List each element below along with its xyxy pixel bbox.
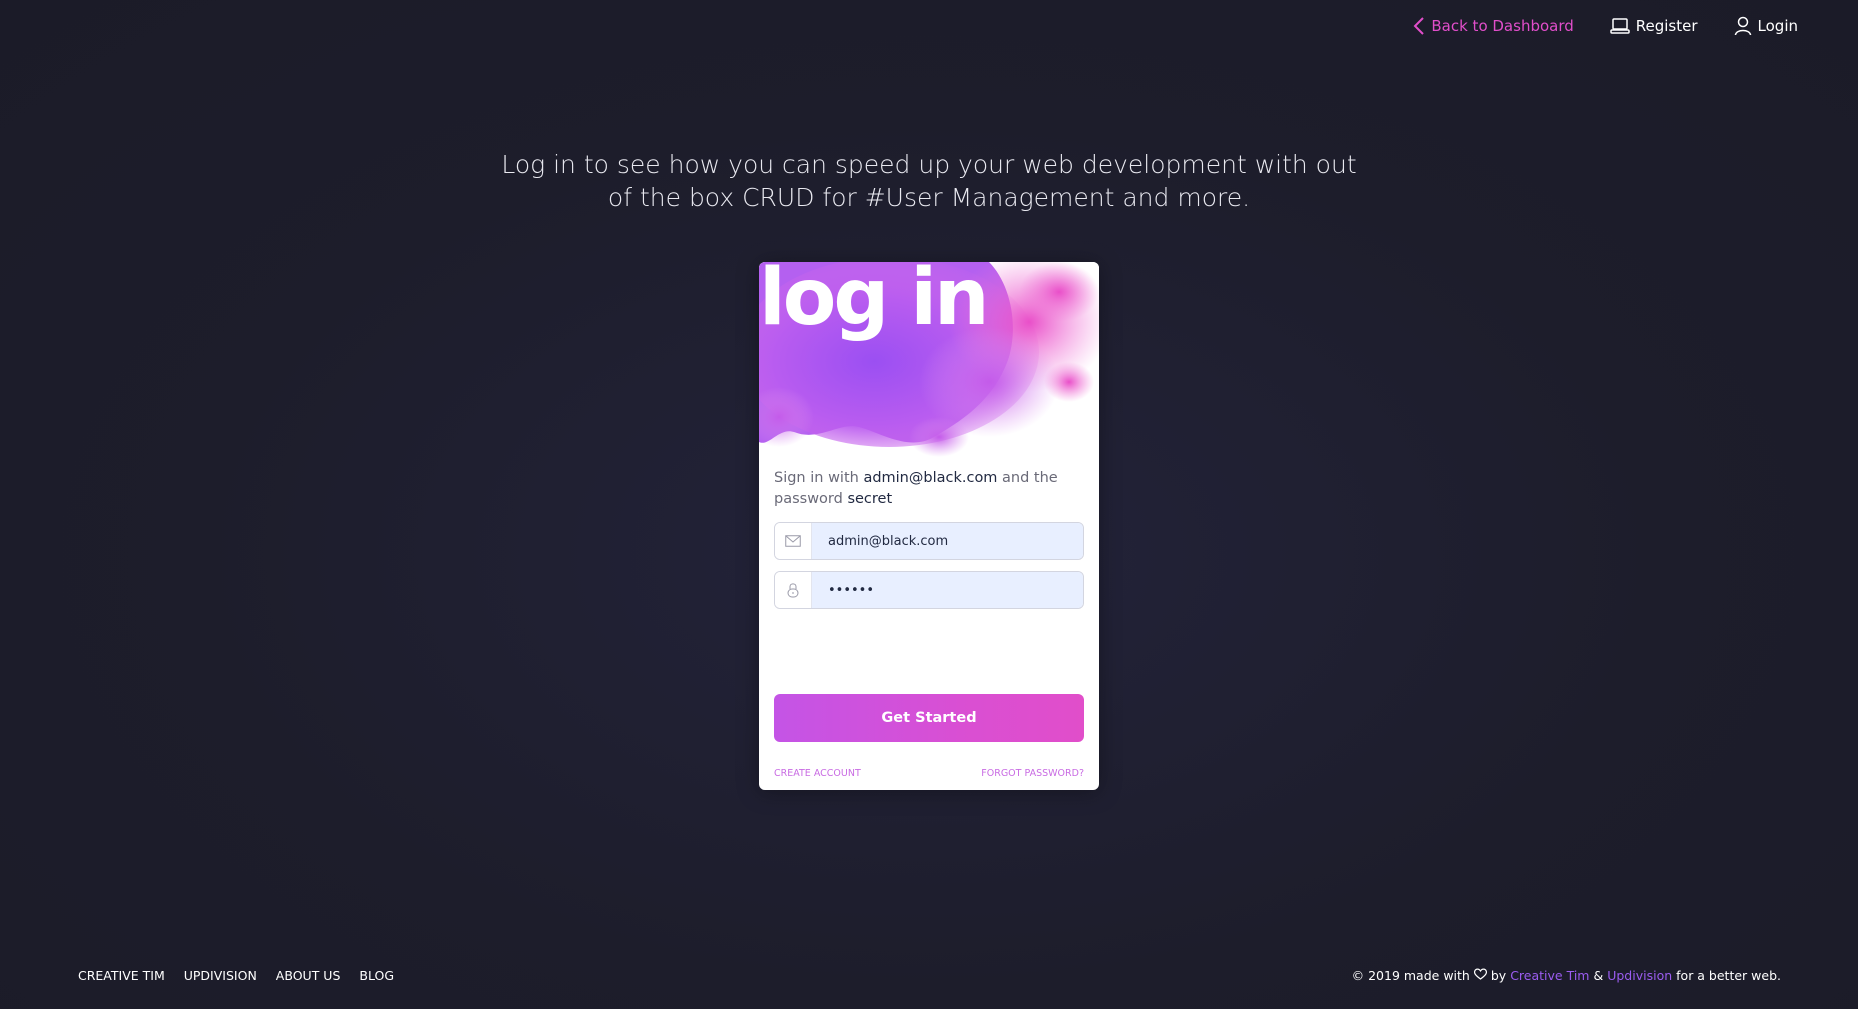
login-link[interactable]: Login bbox=[1734, 16, 1798, 36]
login-label: Login bbox=[1757, 17, 1798, 35]
login-hint: Sign in with admin@black.com and the pas… bbox=[774, 468, 1084, 510]
intro-text: Log in to see how you can speed up your … bbox=[501, 150, 1357, 212]
register-label: Register bbox=[1635, 17, 1698, 35]
back-to-dashboard-label: Back to Dashboard bbox=[1431, 17, 1574, 35]
copyright-suffix: for a better web. bbox=[1676, 968, 1781, 983]
card-header: log in bbox=[759, 262, 1099, 462]
footer-link-blog[interactable]: BLOG bbox=[359, 968, 394, 983]
card-body: Sign in with admin@black.com and the pas… bbox=[759, 462, 1099, 779]
login-card: log in Sign in with admin@black.com and … bbox=[759, 262, 1099, 790]
heart-icon bbox=[1473, 968, 1487, 983]
hint-prefix: Sign in with bbox=[774, 470, 864, 486]
forgot-password-link[interactable]: FORGOT PASSWORD? bbox=[981, 768, 1084, 779]
updivision-link[interactable]: Updivision bbox=[1607, 968, 1672, 983]
card-links: CREATE ACCOUNT FORGOT PASSWORD? bbox=[774, 768, 1084, 779]
password-input-group bbox=[774, 571, 1084, 609]
get-started-button[interactable]: Get Started bbox=[774, 694, 1084, 742]
email-input-group bbox=[774, 522, 1084, 560]
lock-icon bbox=[775, 572, 812, 608]
copyright-amp: & bbox=[1593, 968, 1604, 983]
envelope-icon bbox=[775, 523, 812, 559]
footer-link-about-us[interactable]: ABOUT US bbox=[276, 968, 341, 983]
password-input[interactable] bbox=[812, 572, 1083, 608]
footer-link-creative-tim[interactable]: CREATIVE TIM bbox=[78, 968, 165, 983]
card-title: log in bbox=[759, 262, 990, 343]
register-link[interactable]: Register bbox=[1610, 17, 1698, 35]
top-navigation: Back to Dashboard Register Login bbox=[1413, 16, 1798, 36]
hint-email: admin@black.com bbox=[863, 470, 998, 486]
email-input[interactable] bbox=[812, 523, 1083, 559]
hint-password: secret bbox=[847, 491, 893, 507]
copyright-prefix: © 2019 made with bbox=[1351, 968, 1470, 983]
footer-navigation: CREATIVE TIM UPDIVISION ABOUT US BLOG bbox=[78, 968, 394, 983]
user-icon bbox=[1734, 16, 1752, 36]
copyright-by: by bbox=[1490, 968, 1507, 983]
create-account-link[interactable]: CREATE ACCOUNT bbox=[774, 768, 861, 779]
footer-link-updivision[interactable]: UPDIVISION bbox=[184, 968, 257, 983]
copyright: © 2019 made with by Creative Tim & Updiv… bbox=[1352, 968, 1781, 983]
intro-section: Log in to see how you can speed up your … bbox=[0, 148, 1858, 214]
back-to-dashboard-link[interactable]: Back to Dashboard bbox=[1413, 16, 1574, 36]
chevron-left-icon bbox=[1413, 16, 1425, 36]
creative-tim-link[interactable]: Creative Tim bbox=[1510, 968, 1589, 983]
laptop-icon bbox=[1610, 17, 1630, 35]
